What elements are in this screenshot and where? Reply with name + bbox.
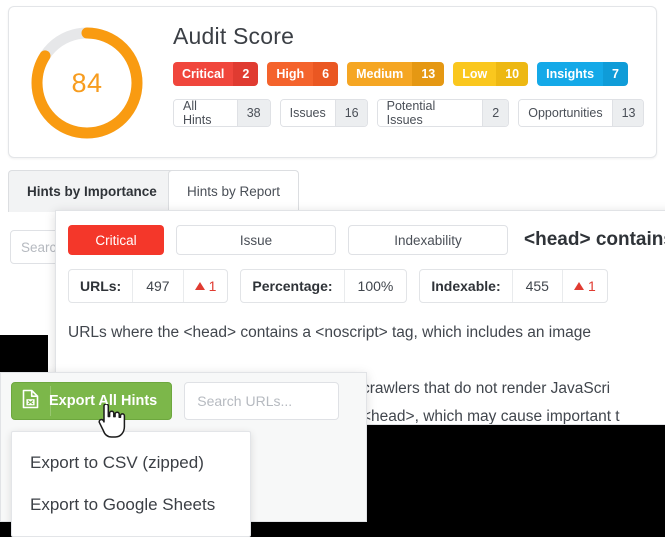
hint-title: <head> contains — [524, 229, 665, 250]
export-dropdown-menu: Export to CSV (zipped) Export to Google … — [11, 431, 251, 537]
severity-label-high: High — [267, 62, 314, 86]
hint-description-line-2 — [68, 347, 665, 375]
page-title: Audit Score — [173, 23, 295, 49]
audit-score-donut: 84 — [25, 21, 149, 145]
severity-badge-row: Critical 2 High 6 Medium 13 Low 10 Insig… — [173, 62, 644, 86]
metric-indexable-delta: 1 — [561, 270, 607, 302]
metric-percentage: Percentage: 100% — [240, 269, 408, 303]
severity-badge-critical[interactable]: Critical 2 — [173, 62, 259, 86]
hint-type-button[interactable]: Issue — [176, 225, 336, 255]
metric-urls-delta-value: 1 — [208, 278, 217, 294]
severity-badge-high[interactable]: High 6 — [267, 62, 339, 86]
audit-score-card: 84 Audit Score Critical 2 High 6 Medium … — [8, 6, 657, 158]
severity-count-high: 6 — [313, 62, 339, 86]
export-all-hints-label: Export All Hints — [49, 393, 158, 409]
chip-opportunities[interactable]: Opportunities 13 — [518, 99, 644, 127]
severity-label-medium: Medium — [347, 62, 413, 86]
hint-category-button[interactable]: Indexability — [348, 225, 508, 255]
metric-indexable-label: Indexable: — [431, 278, 501, 294]
hint-severity-button[interactable]: Critical — [68, 225, 164, 255]
menu-item-export-google-sheets[interactable]: Export to Google Sheets — [12, 484, 250, 526]
chip-potential-issues[interactable]: Potential Issues 2 — [376, 99, 510, 127]
chip-label-opportunities: Opportunities — [519, 100, 612, 126]
chip-label-issues: Issues — [280, 100, 335, 126]
chip-count-potential-issues: 2 — [482, 100, 509, 126]
severity-label-insights: Insights — [537, 62, 604, 86]
triangle-up-icon — [194, 282, 205, 290]
metric-indexable-delta-value: 1 — [587, 278, 596, 294]
tab-bar: Hints by Importance Hints by Report — [8, 170, 657, 212]
tab-hints-by-importance[interactable]: Hints by Importance — [8, 170, 176, 212]
hint-description-line-1: URLs where the <head> contains a <noscri… — [68, 324, 592, 341]
metric-urls-label: URLs: — [80, 278, 122, 294]
export-button-divider — [50, 386, 51, 416]
chip-issues[interactable]: Issues 16 — [279, 99, 368, 127]
audit-score-value: 84 — [71, 67, 103, 98]
metric-urls-delta: 1 — [182, 270, 228, 302]
severity-count-critical: 2 — [233, 62, 259, 86]
chip-label-potential-issues: Potential Issues — [377, 100, 483, 126]
menu-item-export-csv[interactable]: Export to CSV (zipped) — [12, 442, 250, 484]
metric-indexable-value: 455 — [511, 270, 562, 302]
export-all-hints-button[interactable]: Export All Hints — [11, 382, 173, 420]
severity-count-low: 10 — [496, 62, 529, 86]
severity-badge-low[interactable]: Low 10 — [453, 62, 529, 86]
metric-urls: URLs: 497 1 — [68, 269, 229, 303]
tab-hints-by-report[interactable]: Hints by Report — [168, 170, 300, 212]
metric-percentage-label: Percentage: — [252, 278, 333, 294]
severity-label-critical: Critical — [173, 62, 234, 86]
metric-percentage-value: 100% — [343, 270, 407, 302]
chip-all-hints[interactable]: All Hints 38 — [173, 99, 271, 127]
severity-count-insights: 7 — [603, 62, 628, 86]
severity-label-low: Low — [453, 62, 497, 86]
chip-count-opportunities: 13 — [611, 100, 644, 126]
export-toolbar-panel: Export All Hints Search URLs... Export t… — [0, 372, 367, 537]
severity-badge-insights[interactable]: Insights 7 — [537, 62, 628, 86]
export-toolbar-row: Export All Hints Search URLs... — [1, 373, 366, 420]
search-urls-input[interactable]: Search URLs... — [184, 382, 340, 420]
metric-indexable: Indexable: 455 1 — [419, 269, 608, 303]
capture-gap-right — [367, 425, 665, 532]
severity-badge-medium[interactable]: Medium 13 — [347, 62, 445, 86]
triangle-up-icon — [573, 282, 584, 290]
count-chip-row: All Hints 38 Issues 16 Potential Issues … — [173, 99, 644, 127]
chip-count-all-hints: 38 — [236, 100, 270, 126]
chip-count-issues: 16 — [334, 100, 367, 126]
hint-detail-header: Critical Issue Indexability <head> conta… — [56, 211, 665, 255]
metric-urls-value: 497 — [132, 270, 182, 302]
severity-count-medium: 13 — [412, 62, 445, 86]
file-export-icon — [22, 389, 39, 413]
hint-metric-row: URLs: 497 1 Percentage: 100% Indexable: … — [56, 255, 665, 303]
chip-label-all-hints: All Hints — [174, 100, 237, 126]
